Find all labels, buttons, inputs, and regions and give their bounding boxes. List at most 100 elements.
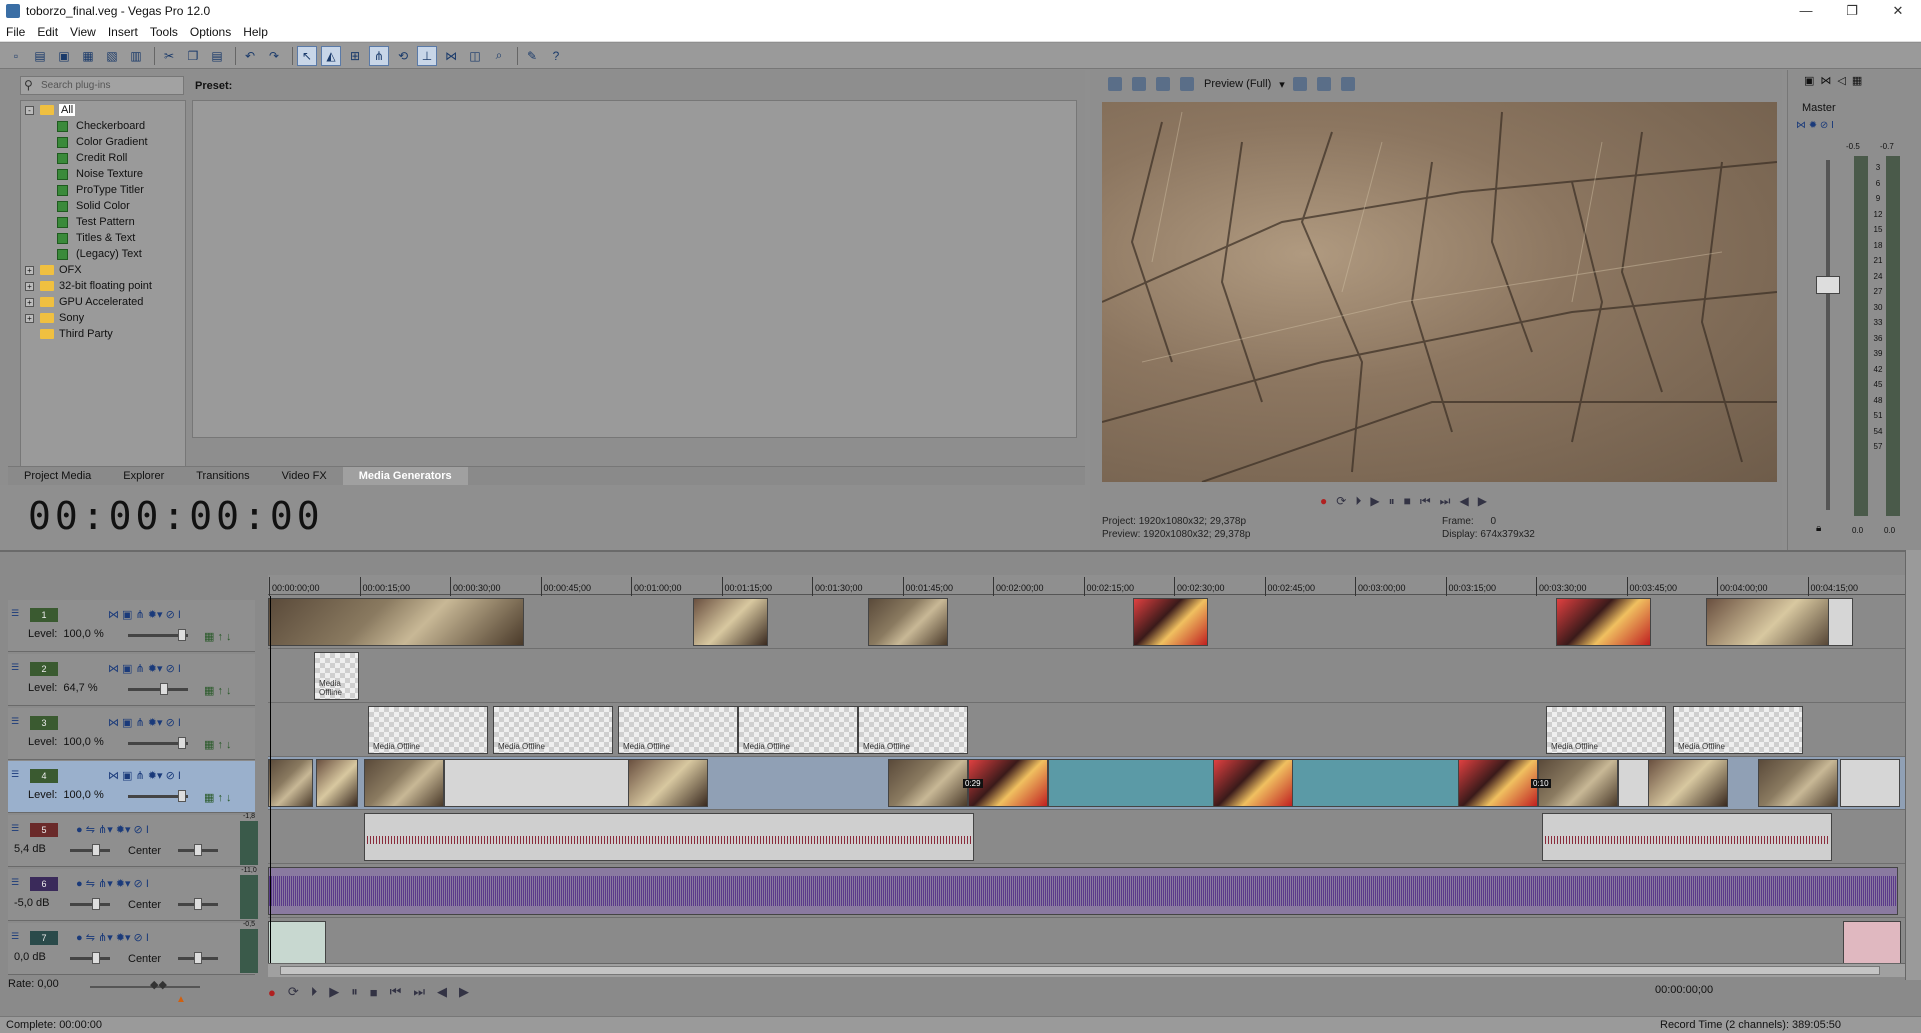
compositing-icons[interactable]: ▦ ↑ ↓ <box>204 738 232 751</box>
timeline-clip[interactable] <box>364 759 444 807</box>
level-slider[interactable] <box>128 737 188 749</box>
menu-view[interactable]: View <box>64 25 102 39</box>
timeline-clip[interactable] <box>868 598 948 646</box>
properties-icon[interactable]: ▥ <box>126 46 146 66</box>
pan-slider[interactable] <box>178 844 218 856</box>
level-slider[interactable] <box>128 683 188 695</box>
minimize-button[interactable]: — <box>1783 3 1829 19</box>
timeline-clip[interactable]: Media Offline <box>738 706 858 754</box>
play-icon[interactable]: ▶ <box>329 984 339 1000</box>
edit-tool-icon[interactable]: ✎ <box>522 46 542 66</box>
tab-media-generators[interactable]: Media Generators <box>342 467 468 485</box>
project-properties-icon[interactable] <box>1108 77 1122 91</box>
expander-icon[interactable]: + <box>25 281 34 291</box>
tree-item[interactable]: Solid Color <box>57 198 130 214</box>
save-as-icon[interactable]: ▦ <box>78 46 98 66</box>
auto-crossfade-icon[interactable]: ⋈ <box>441 46 461 66</box>
track-controls[interactable]: ⋈ ▣ ⋔ ✹▾ ⊘ I <box>108 716 181 729</box>
play-icon[interactable]: ▶ <box>1370 494 1379 508</box>
tree-item[interactable]: (Legacy) Text <box>57 246 142 262</box>
zoom-tool-icon[interactable]: ⌕ <box>489 46 509 66</box>
cut-icon[interactable]: ✂ <box>159 46 179 66</box>
next-frame-icon[interactable]: ▶ <box>1478 494 1487 508</box>
record-icon[interactable]: ● <box>1320 494 1327 508</box>
level-slider[interactable] <box>128 629 188 641</box>
pan-slider[interactable] <box>178 898 218 910</box>
play-from-start-icon[interactable]: ⏵ <box>1355 494 1361 509</box>
timeline-area[interactable]: Media Offline Media Offline Media Offline M… <box>268 596 1905 963</box>
master-fader-track[interactable] <box>1826 160 1830 510</box>
track-header-4[interactable]: 4 ☰ ⋈ ▣ ⋔ ✹▾ ⊘ I Level: 100,0 % ▦ ↑ ↓ <box>8 761 255 813</box>
volume-slider[interactable] <box>70 898 110 910</box>
track-header-1[interactable]: 1 ☰ ⋈ ▣ ⋔ ✹▾ ⊘ I Level: 100,0 % ▦ ↑ ↓ <box>8 600 255 652</box>
loop-icon[interactable]: ⟳ <box>288 984 299 1000</box>
timeline-clip[interactable] <box>1758 759 1838 807</box>
track-expand-icon[interactable]: ☰ <box>11 823 19 834</box>
tree-item[interactable]: - All <box>25 102 76 118</box>
lock-envelopes-icon[interactable]: ⟲ <box>393 46 413 66</box>
track-controls[interactable]: ⋈ ▣ ⋔ ✹▾ ⊘ I <box>108 662 181 675</box>
horizontal-scrollbar[interactable] <box>268 963 1905 977</box>
expander-icon[interactable]: + <box>25 265 34 275</box>
timeline-clip[interactable] <box>268 598 524 646</box>
previous-frame-icon[interactable]: ◀ <box>1459 494 1468 508</box>
timeline-clip[interactable]: Media Offline <box>1673 706 1803 754</box>
expander-icon[interactable]: + <box>25 297 34 307</box>
overlays-icon[interactable] <box>1292 77 1307 91</box>
expander-icon[interactable]: - <box>25 105 34 115</box>
timeline-clip[interactable]: Media Offline <box>618 706 738 754</box>
timeline-clip[interactable] <box>1843 921 1901 963</box>
envelope-tool-icon[interactable]: ◭ <box>321 45 341 66</box>
tab-project-media[interactable]: Project Media <box>8 467 107 485</box>
menu-tools[interactable]: Tools <box>144 25 184 39</box>
timeline-clip[interactable] <box>1542 813 1832 861</box>
new-project-icon[interactable]: ▫ <box>6 46 26 66</box>
track-header-6[interactable]: 6 ☰ ● ⇋ ⋔▾ ✹▾ ⊘ I -5,0 dB Center -11,0 <box>8 867 258 921</box>
tree-item[interactable]: Test Pattern <box>57 214 135 230</box>
playhead-cursor[interactable] <box>270 596 271 963</box>
snapping-icon[interactable]: ⊥ <box>417 45 437 66</box>
mixer-button-icon[interactable]: ⋈ <box>1820 74 1831 87</box>
play-from-start-icon[interactable]: ⏵ <box>311 984 318 1000</box>
save-snapshot-icon[interactable] <box>1340 77 1355 91</box>
record-icon[interactable]: ● <box>268 985 276 1000</box>
tree-item[interactable]: ProType Titler <box>57 182 144 198</box>
track-lane[interactable] <box>268 919 1905 963</box>
level-slider-handle[interactable] <box>178 790 186 802</box>
timeline-clip[interactable] <box>1648 759 1728 807</box>
preview-quality-dropdown[interactable]: Preview (Full) <box>1204 78 1271 90</box>
menu-file[interactable]: File <box>0 25 31 39</box>
timeline-clip[interactable] <box>693 598 768 646</box>
level-slider[interactable] <box>128 790 188 802</box>
redo-icon[interactable]: ↷ <box>264 46 284 66</box>
level-slider-handle[interactable] <box>178 737 186 749</box>
render-icon[interactable]: ▧ <box>102 46 122 66</box>
timeline-clip[interactable] <box>628 759 708 807</box>
timeline-clip[interactable] <box>1133 598 1208 646</box>
go-to-start-icon[interactable]: ⏮ <box>1420 494 1431 509</box>
track-expand-icon[interactable]: ☰ <box>11 877 19 888</box>
copy-snapshot-icon[interactable] <box>1316 77 1331 91</box>
master-fader-handle[interactable] <box>1816 276 1840 294</box>
copy-icon[interactable]: ❐ <box>183 46 203 66</box>
volume-slider-handle[interactable] <box>92 898 100 910</box>
tree-item[interactable]: Color Gradient <box>57 134 148 150</box>
timeline-clip[interactable] <box>1213 759 1293 807</box>
volume-slider[interactable] <box>70 844 110 856</box>
mixer-button-icon[interactable]: ▣ <box>1804 74 1814 87</box>
time-ruler[interactable]: 00:00:00;00 00:00:15;00 00:00:30;00 00:00:4… <box>268 575 1913 599</box>
rate-slider[interactable] <box>90 986 200 988</box>
level-slider-handle[interactable] <box>178 629 186 641</box>
track-expand-icon[interactable]: ☰ <box>11 931 19 942</box>
tab-explorer[interactable]: Explorer <box>107 467 180 485</box>
tab-video-fx[interactable]: Video FX <box>266 467 343 485</box>
track-header-2[interactable]: 2 ☰ ⋈ ▣ ⋔ ✹▾ ⊘ I Level: 64,7 % ▦ ↑ ↓ <box>8 654 255 706</box>
menu-edit[interactable]: Edit <box>31 25 64 39</box>
pause-icon[interactable]: ⏸ <box>1389 494 1395 509</box>
timeline-clip[interactable] <box>1556 598 1651 646</box>
scrollbar-thumb[interactable] <box>280 966 1880 975</box>
mixer-button-icon[interactable]: ◁ <box>1837 74 1845 87</box>
track-controls[interactable]: ● ⇋ ⋔▾ ✹▾ ⊘ I <box>76 823 149 836</box>
timeline-clip[interactable] <box>268 759 313 807</box>
track-header-7[interactable]: 7 ☰ ● ⇋ ⋔▾ ✹▾ ⊘ I 0,0 dB Center -0,5 <box>8 921 258 975</box>
